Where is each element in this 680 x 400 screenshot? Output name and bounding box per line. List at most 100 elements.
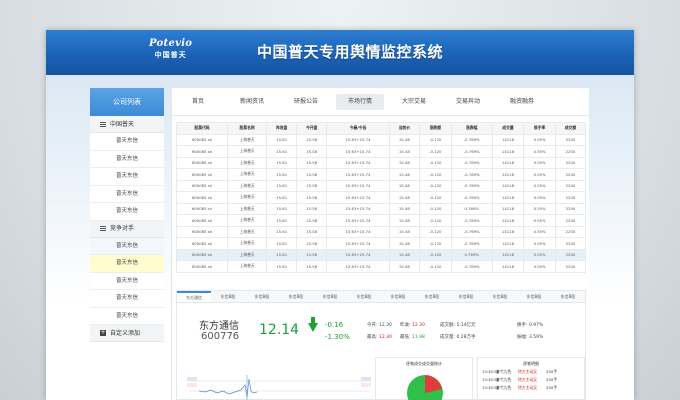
stock-subtab[interactable]: 东信B股: [483, 291, 517, 302]
stock-price: 12.14: [259, 322, 300, 338]
table-cell: 15.63+15.74: [326, 156, 390, 169]
table-row[interactable]: 600085 sh 上海普天 15.61 15.58 15.63+15.74 15.48-…: [175, 179, 587, 192]
table-cell: -0.120: [418, 248, 452, 261]
table-row[interactable]: 600085 sh 上海普天 15.61 15.58 15.63+15.74 15.48-…: [175, 202, 587, 215]
column-header: 当前价: [388, 122, 420, 135]
tab-market[interactable]: 市场行情: [336, 93, 384, 110]
stock-subtab[interactable]: 东方通信: [177, 291, 211, 302]
rate-label: 换手:: [517, 323, 528, 328]
table-row[interactable]: 600085 sh 上海普天 15.61 15.58 15.63+15.74 15.48-…: [175, 191, 587, 204]
table-cell: 600085 sh: [175, 237, 229, 250]
tab-news[interactable]: 新闻资讯: [228, 94, 276, 110]
table-cell: -0.769%: [450, 156, 493, 169]
sidebar-title: 公司列表: [90, 88, 164, 116]
table-cell: 2200: [554, 237, 587, 250]
table-cell: 上海普天: [227, 237, 268, 250]
table-cell: 上海普天: [227, 214, 268, 227]
table-cell: -0.769%: [450, 168, 493, 181]
table-cell: 15.48: [388, 237, 420, 250]
stock-subtab[interactable]: 东信B股: [211, 291, 245, 302]
sidebar-item[interactable]: 普天东信: [90, 168, 164, 186]
table-cell: 14118: [491, 248, 525, 261]
table-cell: -0.769%: [450, 225, 493, 238]
deal-cell: 250手: [546, 369, 558, 374]
table-cell: 15.61: [266, 191, 298, 204]
table-row[interactable]: 600085 sh 上海普天 15.61 15.58 15.63+15.74 15.48-…: [175, 225, 587, 238]
table-cell: 15.61: [266, 248, 298, 261]
intraday-line-chart: [187, 375, 371, 400]
tab-home[interactable]: 首页: [174, 94, 222, 110]
table-cell: -0.769%: [450, 145, 493, 158]
table-row[interactable]: 600085 sh 上海普天 15.61 15.58 15.63+15.74 15.48-…: [175, 168, 587, 181]
header-banner: Potevio 中国普天 中国普天专用舆情监控系统: [46, 30, 634, 75]
table-row[interactable]: 600085 sh 上海普天 15.61 15.58 15.63+15.74 15.48-…: [175, 133, 587, 146]
stock-subtab[interactable]: 东信B股: [551, 291, 585, 302]
stock-subtab[interactable]: 东信B股: [245, 291, 279, 302]
table-cell: 上海普天: [227, 179, 268, 192]
sidebar-item[interactable]: 普天东信: [90, 272, 164, 290]
table-cell: -0.120: [418, 133, 452, 146]
table-cell: 2200: [554, 191, 587, 204]
tab-block-trade[interactable]: 大宗交易: [390, 94, 438, 110]
deals-list: 13:35:58 复弋九色 特大主动买 250手 13:35:58 复弋九色 特大主动买 25…: [478, 369, 584, 391]
table-cell: -0.769%: [450, 191, 493, 204]
stock-subtab[interactable]: 东信B股: [279, 291, 313, 302]
table-cell: 0.769%: [450, 248, 493, 261]
sidebar-item[interactable]: 普天东信: [90, 237, 164, 255]
stock-subtab[interactable]: 东信B股: [381, 291, 415, 302]
sidebar-item[interactable]: 普天东信: [90, 307, 164, 325]
sidebar-item[interactable]: 普天东信: [90, 185, 164, 203]
table-cell: 0.55%: [523, 248, 556, 261]
table-row[interactable]: 600085 sh 上海普天 15.61 15.58 15.63+15.74 15.48-…: [175, 260, 587, 273]
deal-cell: 13:35:58: [482, 377, 500, 382]
table-cell: 15.58: [296, 225, 328, 238]
sidebar-group-label: 竞争对手: [110, 225, 135, 232]
table-cell: -0.120: [418, 168, 452, 181]
table-cell: -0.120: [418, 156, 452, 169]
table-cell: 0.55%: [523, 133, 556, 146]
tab-trade-movement[interactable]: 交易异动: [444, 94, 492, 110]
stock-subtab[interactable]: 东信B股: [415, 291, 449, 302]
table-row[interactable]: 600085 sh 上海普天 15.61 15.58 15.63+15.74 15.48-…: [175, 145, 587, 158]
logo-en: Potevio: [149, 38, 193, 49]
table-cell: 15.58: [296, 156, 328, 169]
sidebar-item[interactable]: 普天东信: [90, 133, 164, 151]
sidebar-group-competitors[interactable]: 竞争对手: [90, 220, 164, 238]
tab-reports[interactable]: 研报公告: [282, 94, 330, 110]
sidebar-item-highlighted[interactable]: 普天东信: [90, 255, 164, 273]
company-sidebar: 公司列表 中国普天 普天东信 普天东信 普天东信 普天东信 普天东信 竞争对手 …: [90, 88, 164, 342]
tab-margin[interactable]: 融资融券: [498, 94, 546, 110]
table-cell: 15.61: [266, 260, 298, 273]
stock-subtab[interactable]: 东信B股: [347, 291, 381, 302]
table-cell: -0.120: [418, 179, 452, 192]
stock-subtab[interactable]: 东信B股: [449, 291, 483, 302]
table-cell: 0.55%: [523, 214, 556, 227]
table-row[interactable]: 600085 sh 上海普天 15.61 15.58 15.63+15.74 15.48-…: [175, 237, 587, 250]
table-cell: 15.61: [266, 145, 298, 158]
stock-subtab[interactable]: 东信B股: [313, 291, 347, 302]
sidebar-group-potevio[interactable]: 中国普天: [90, 116, 164, 133]
table-row[interactable]: 600085 sh 上海普天 15.61 15.58 15.63+15.74 15.48-…: [175, 156, 587, 169]
table-row[interactable]: 600085 sh 上海普天 15.61 15.58 15.63+15.74 15.48-…: [175, 214, 587, 227]
sidebar-item[interactable]: 普天东信: [90, 203, 164, 221]
table-cell: 15.63+15.74: [326, 214, 390, 227]
amp-label: 振幅:: [517, 335, 528, 340]
custom-add-button[interactable]: + 自定义添加: [90, 325, 164, 342]
table-cell: 600085 sh: [175, 214, 229, 227]
column-header: 今最/今低: [326, 122, 390, 135]
stock-subtab[interactable]: 东信B股: [517, 291, 551, 302]
table-cell: 0.55%: [523, 191, 556, 204]
deals-panel: 逐笔明细 13:35:58 复弋九色 特大主动买 250手 13:35:58 复弋九色 特大…: [477, 357, 585, 400]
table-row[interactable]: 600085 sh 上海普天 15.61 15.58 15.63+15.74 15.48-…: [175, 248, 587, 261]
sidebar-item[interactable]: 普天东信: [90, 150, 164, 168]
volume-pie-chart: [407, 375, 443, 400]
table-cell: 15.63+15.74: [326, 133, 390, 146]
table-cell: 15.48: [388, 168, 420, 181]
table-cell: 2200: [554, 156, 587, 169]
volume-label: 成交量:: [440, 335, 456, 340]
sidebar-item[interactable]: 普天东信: [90, 290, 164, 308]
column-header: 股票代码: [175, 122, 229, 135]
table-cell: 0.55%: [523, 202, 556, 215]
table-cell: 14118: [491, 214, 525, 227]
amp-value: 3.59%: [528, 335, 544, 340]
